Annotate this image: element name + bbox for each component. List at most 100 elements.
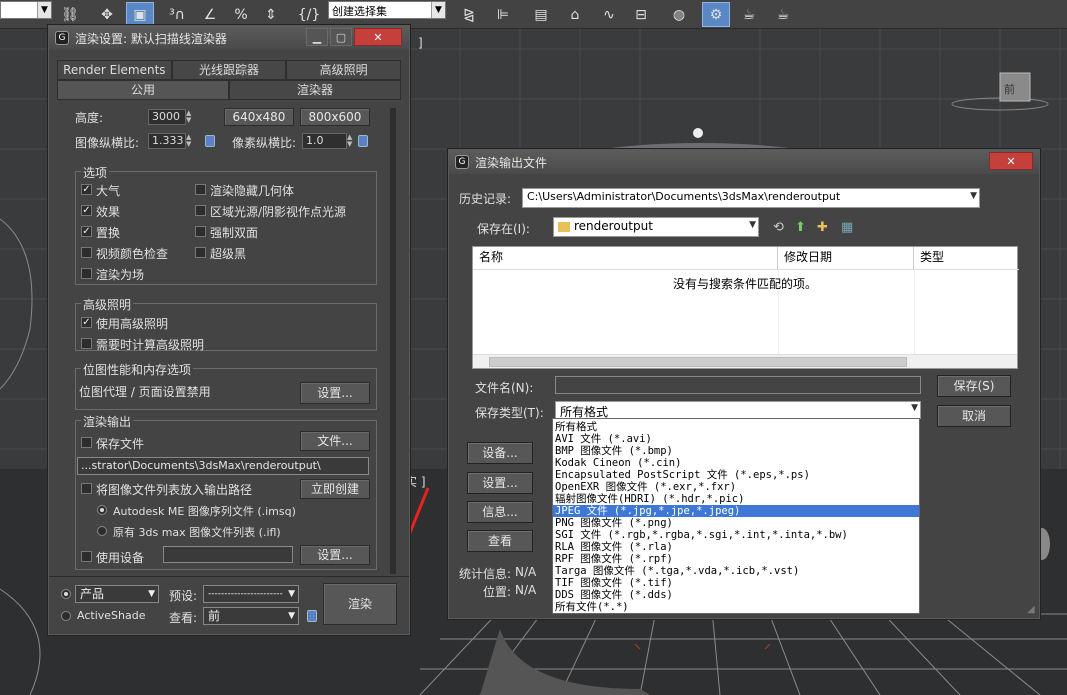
save-type-option[interactable]: TIF 图像文件 (*.tif) (555, 577, 673, 589)
file-list-hscroll[interactable] (473, 354, 1017, 368)
view-dropdown[interactable]: 前 ▼ (203, 607, 299, 625)
save-type-option[interactable]: Encapsulated PostScript 文件 (*.eps,*.ps) (555, 469, 810, 481)
render-production-icon[interactable]: ☕ (770, 2, 796, 27)
tab-render-elements[interactable]: Render Elements (57, 60, 172, 80)
schematic-view-icon[interactable]: ⊟ (628, 2, 654, 27)
preset-800-button[interactable]: 800x600 (300, 108, 370, 126)
effects-checkbox[interactable]: ✓ (81, 205, 92, 216)
save-type-option[interactable]: SGI 文件 (*.rgb,*.rgba,*.sgi,*.int,*.inta,… (555, 529, 848, 541)
save-type-option[interactable]: RLA 图像文件 (*.rla) (555, 541, 673, 553)
device-setup-button[interactable]: 设置... (300, 545, 370, 565)
save-type-option[interactable]: OpenEXR 图像文件 (*.exr,*.fxr) (555, 481, 736, 493)
save-dialog-titlebar[interactable]: G 渲染输出文件 ✕ (449, 150, 1039, 174)
selection-set-dropdown[interactable]: 创建选择集 ▼ (328, 1, 446, 19)
material-editor-icon[interactable]: ◍ (666, 2, 692, 27)
video-check-checkbox[interactable] (81, 247, 92, 258)
displacement-checkbox[interactable]: ✓ (81, 226, 92, 237)
cancel-button[interactable]: 取消 (937, 405, 1011, 427)
filename-input[interactable] (555, 376, 921, 394)
create-now-button[interactable]: 立即创建 (300, 479, 370, 499)
super-black-checkbox[interactable] (195, 247, 206, 258)
aspect-lock-icon[interactable] (205, 135, 215, 147)
view-cube-label[interactable]: 前 (1004, 81, 1015, 97)
preset-640-button[interactable]: 640x480 (224, 108, 294, 126)
new-folder-icon[interactable]: ✚ (817, 220, 828, 235)
pixel-aspect-lock-icon[interactable] (358, 135, 368, 147)
view-icon[interactable]: ▣ (126, 2, 154, 27)
save-type-option[interactable]: 所有格式 (555, 421, 597, 433)
maximize-button[interactable]: ▢ (330, 28, 352, 46)
hscroll-thumb[interactable] (489, 357, 907, 367)
save-type-option[interactable]: PNG 图像文件 (*.png) (555, 517, 673, 529)
save-type-option[interactable]: DDS 图像文件 (*.dds) (555, 589, 673, 601)
file-list[interactable]: 名称 修改日期 类型 没有与搜索条件匹配的项。 (472, 246, 1019, 369)
activeshade-radio[interactable] (61, 611, 71, 621)
view-button[interactable]: 查看 (467, 530, 533, 552)
angle-snap-icon[interactable]: ∠ (197, 2, 223, 27)
view-lock-icon[interactable] (307, 610, 317, 622)
render-fields-checkbox[interactable] (81, 268, 92, 279)
product-dropdown[interactable]: 产品 ▼ (75, 585, 159, 603)
mirror-icon[interactable]: ⧎ (456, 2, 482, 27)
tab-common[interactable]: 公用 (57, 80, 229, 100)
files-button[interactable]: 文件... (300, 431, 370, 451)
production-radio[interactable] (61, 589, 71, 599)
column-name[interactable]: 名称 (473, 247, 778, 269)
save-type-option[interactable]: AVI 文件 (*.avi) (555, 433, 652, 445)
use-adv-lighting-checkbox[interactable]: ✓ (81, 317, 92, 328)
save-type-option[interactable]: 所有文件(*.*) (555, 601, 629, 613)
render-setup-icon[interactable]: ⚙ (702, 2, 730, 27)
render-button[interactable]: 渲染 (323, 583, 397, 625)
curve-editor-icon[interactable]: ∿ (596, 2, 622, 27)
resize-grip-icon[interactable]: ◢ (1027, 604, 1035, 615)
close-button[interactable]: ✕ (354, 28, 402, 46)
area-lights-checkbox[interactable] (195, 205, 206, 216)
back-icon[interactable]: ⟲ (773, 220, 784, 235)
column-modified[interactable]: 修改日期 (778, 247, 914, 269)
force-2sided-checkbox[interactable] (195, 226, 206, 237)
spinner-snap-icon[interactable]: ⇕ (258, 2, 284, 27)
percent-snap-icon[interactable]: % (228, 2, 254, 27)
save-in-dropdown[interactable]: renderoutput ▼ (553, 217, 759, 237)
pixel-aspect-spinner[interactable]: 1.0 ▲ ▼ (302, 133, 352, 149)
device-button[interactable]: 设备... (467, 442, 533, 464)
view-menu-icon[interactable]: ▦ (841, 220, 853, 235)
save-button[interactable]: 保存(S) (937, 375, 1011, 397)
history-dropdown[interactable]: C:\Users\Administrator\Documents\3dsMax\… (522, 188, 980, 208)
use-device-checkbox[interactable] (81, 551, 92, 562)
render-hidden-checkbox[interactable] (195, 184, 206, 195)
save-type-option[interactable]: Targa 图像文件 (*.tga,*.vda,*.icb,*.vst) (555, 565, 799, 577)
up-folder-icon[interactable]: ⬆ (795, 220, 806, 235)
save-type-list[interactable]: 所有格式 AVI 文件 (*.avi) BMP 图像文件 (*.bmp) Kodak … (552, 418, 920, 614)
output-path-field[interactable]: ...strator\Documents\3dsMax\renderoutput… (77, 457, 369, 475)
align-icon[interactable]: ⊫ (490, 2, 516, 27)
save-type-option[interactable]: 辐射图像文件(HDRI) (*.hdr,*.pic) (555, 493, 744, 505)
info-button[interactable]: 信息... (467, 501, 533, 523)
save-type-option[interactable]: RPF 图像文件 (*.rpf) (555, 553, 673, 565)
setup-button[interactable]: 设置... (467, 472, 533, 494)
preset-dropdown[interactable]: ----------------------- ▼ (203, 585, 299, 603)
height-spinner[interactable]: 3000 ▲ ▼ (148, 109, 191, 125)
snap-3d-icon[interactable]: ³∩ (164, 2, 190, 27)
save-type-dropdown[interactable]: 所有格式 ▼ (555, 401, 921, 419)
aspect-spinner[interactable]: 1.333 ▲ ▼ (148, 133, 191, 149)
selection-filter-dropdown[interactable]: ▼ (0, 1, 52, 19)
save-type-option[interactable]: BMP 图像文件 (*.bmp) (555, 445, 673, 457)
scene-explorer-icon[interactable]: ⌂ (562, 2, 588, 27)
column-type[interactable]: 类型 (914, 247, 1019, 269)
named-selection-icon[interactable]: {/} (296, 2, 322, 27)
compute-adv-lighting-checkbox[interactable] (81, 338, 92, 349)
save-file-checkbox[interactable] (81, 437, 92, 448)
legacy-ifl-radio[interactable] (97, 526, 107, 536)
save-type-option[interactable]: Kodak Cineon (*.cin) (555, 457, 681, 469)
tab-raytracer[interactable]: 光线跟踪器 (171, 60, 287, 80)
render-setup-titlebar[interactable]: G 渲染设置: 默认扫描线渲染器 ▁ ▢ ✕ (49, 26, 409, 50)
panel-scrollbar[interactable] (390, 108, 396, 574)
select-link-icon[interactable]: ⛓ (57, 2, 83, 27)
rendered-frame-icon[interactable]: ☕ (736, 2, 762, 27)
move-icon[interactable]: ✥ (94, 2, 120, 27)
atmosphere-checkbox[interactable]: ✓ (81, 184, 92, 195)
autodesk-me-radio[interactable] (97, 505, 107, 515)
save-dialog-close-button[interactable]: ✕ (989, 152, 1033, 170)
put-list-checkbox[interactable] (81, 483, 92, 494)
